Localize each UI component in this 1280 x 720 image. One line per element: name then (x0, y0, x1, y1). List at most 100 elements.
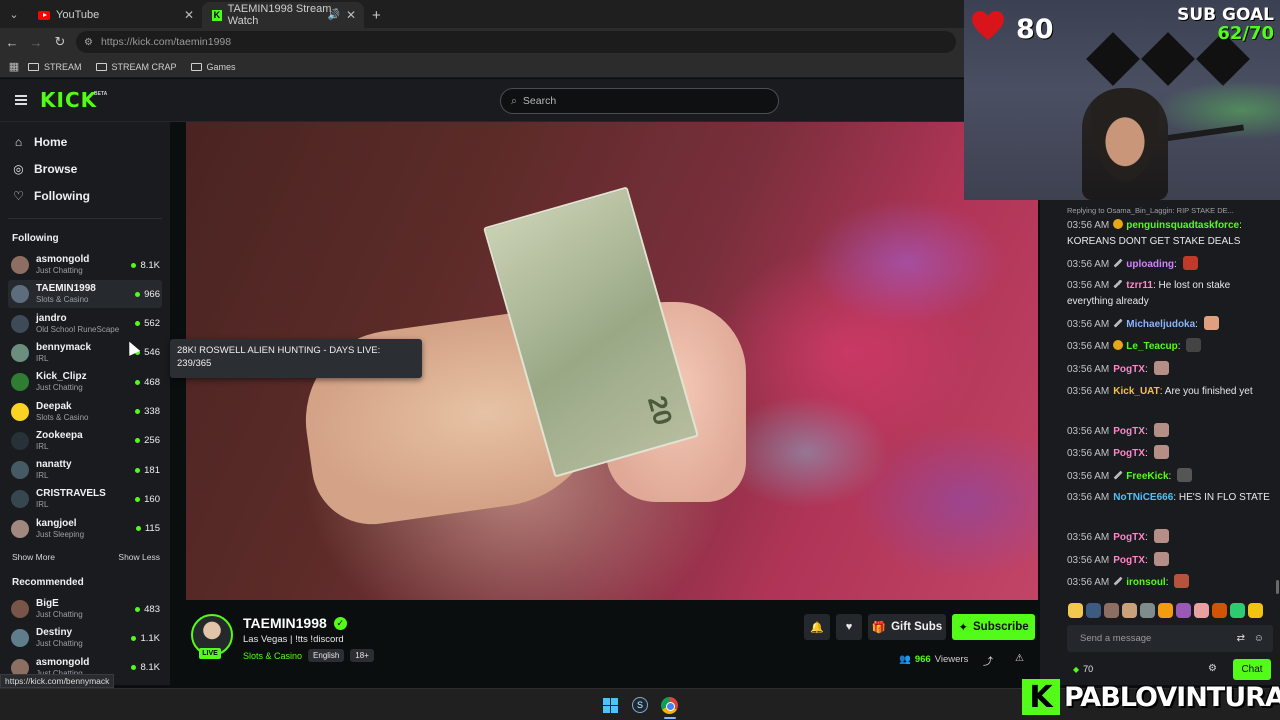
windows-start-icon[interactable] (603, 698, 618, 713)
chat-username[interactable]: Michaeljudoka (1126, 319, 1195, 330)
close-tab-icon[interactable]: ✕ (346, 8, 356, 22)
bookmark-stream-crap[interactable]: STREAM CRAP (95, 62, 177, 72)
search-box[interactable]: ⌕ (500, 88, 779, 114)
notification-bell-button[interactable]: 🔔 (804, 614, 830, 640)
live-dot-icon (135, 291, 141, 297)
emote-icon[interactable] (1230, 603, 1245, 618)
follow-heart-button[interactable]: ♥ (836, 614, 862, 640)
chat-username[interactable]: penguinsquadtaskforce (1126, 220, 1239, 231)
chrome-icon[interactable] (661, 697, 678, 714)
chat-username[interactable]: PogTX (1113, 532, 1145, 543)
chat-text: KOREANS DONT GET STAKE DEALS (1067, 236, 1241, 247)
show-less-link[interactable]: Show Less (118, 552, 160, 562)
chat-timestamp: 03:56 AM (1067, 280, 1110, 291)
site-info-icon[interactable]: ⚙ (84, 37, 93, 48)
emote-icon[interactable] (1212, 603, 1227, 618)
close-tab-icon[interactable]: ✕ (184, 8, 194, 22)
emote-icon[interactable] (1068, 603, 1083, 618)
speaker-icon[interactable]: 🔊 (328, 10, 340, 21)
nav-following[interactable]: ♡ Following (12, 189, 90, 203)
channel-viewers: 468 (135, 377, 160, 388)
chat-username[interactable]: uploading (1126, 259, 1174, 270)
sidebar-channel-kick_clipz[interactable]: Kick_Clipz Just Chatting 468 (8, 368, 162, 396)
back-icon[interactable]: ← (0, 35, 24, 50)
sidebar-channel-bige[interactable]: BigE Just Chatting 483 (8, 595, 162, 623)
channel-category: Just Chatting (36, 383, 83, 393)
sidebar-channel-zookeepa[interactable]: Zookeepa IRL 256 (8, 427, 162, 455)
chat-scrollbar[interactable] (1276, 580, 1279, 594)
chat-username[interactable]: PogTX (1113, 555, 1145, 566)
reload-icon[interactable]: ↻ (48, 34, 72, 50)
category-link[interactable]: Slots & Casino (243, 651, 302, 661)
chat-input[interactable]: Send a message ⇄ ☺ (1067, 625, 1273, 652)
chat-username[interactable]: ironsoul (1126, 577, 1165, 588)
emote-icon[interactable] (1194, 603, 1209, 618)
sidebar-channel-deepak[interactable]: Deepak Slots & Casino 338 (8, 398, 162, 426)
channel-points[interactable]: ◆ 70 (1073, 664, 1093, 674)
chat-message: 03:56 AM PogTX: (1067, 445, 1275, 462)
kick-logo[interactable]: KICK (40, 88, 97, 112)
nav-home[interactable]: ⌂ Home (12, 135, 67, 149)
sub-goal: SUB GOAL 62/70 (1177, 5, 1274, 44)
tab-kick[interactable]: K TAEMIN1998 Stream - Watch 🔊 ✕ (202, 2, 364, 28)
gift-subs-button[interactable]: 🎁 Gift Subs (868, 614, 946, 640)
url-field[interactable]: ⚙ https://kick.com/taemin1998 (76, 31, 956, 53)
chat-send-button[interactable]: Chat (1233, 659, 1271, 680)
emote-icon (1174, 574, 1190, 588)
menu-icon[interactable] (15, 95, 27, 105)
emote-icon[interactable] (1086, 603, 1101, 618)
translate-icon[interactable]: ⇄ (1237, 633, 1245, 644)
tab-youtube[interactable]: YouTube ✕ (28, 2, 202, 28)
emote-icon[interactable] (1140, 603, 1155, 618)
emoji-icon[interactable]: ☺ (1254, 633, 1264, 644)
subscribe-button[interactable]: ✦ Subscribe (952, 614, 1035, 640)
tag-mature[interactable]: 18+ (350, 649, 374, 662)
chat-username[interactable]: FreeKick (1126, 471, 1168, 482)
new-tab-button[interactable]: + (364, 2, 389, 28)
site-header: KICK BETA ⌕ (0, 79, 1040, 122)
search-icon: ⌕ (511, 94, 517, 107)
emote-icon (1153, 529, 1169, 543)
sidebar-channel-bennymack[interactable]: bennymack IRL 546 (8, 339, 162, 367)
sidebar-channel-nanatty[interactable]: nanatty IRL 181 (8, 456, 162, 484)
sidebar-channel-cristravels[interactable]: CRISTRAVELS IRL 160 (8, 485, 162, 513)
webcam-person (1082, 88, 1168, 200)
chat-username[interactable]: PogTX (1113, 364, 1145, 375)
live-dot-icon (131, 635, 137, 641)
chat-username[interactable]: PogTX (1113, 448, 1145, 459)
bookmark-stream[interactable]: STREAM (28, 62, 82, 72)
sidebar-channel-asmongold[interactable]: asmongoldJust Chatting 8.1K (8, 251, 162, 279)
tag-language[interactable]: English (308, 649, 345, 662)
chat-username[interactable]: Kick_UAT (1113, 386, 1160, 397)
chat-settings-gear-icon[interactable]: ⚙ (1208, 663, 1217, 674)
channel-viewers: 8.1K (131, 662, 160, 673)
forward-icon[interactable]: → (24, 35, 48, 50)
chat-username[interactable]: NoTNiCE666 (1113, 492, 1173, 503)
sidebar-channel-kangjoel[interactable]: kangjoel Just Sleeping 115 (8, 515, 162, 543)
emote-icon[interactable] (1104, 603, 1119, 618)
streamer-name[interactable]: TAEMIN1998 ✓ (243, 615, 347, 631)
avatar (11, 256, 29, 274)
chat-username[interactable]: tzrr11 (1126, 280, 1153, 291)
following-section-title: Following (12, 233, 59, 244)
search-input[interactable] (522, 95, 763, 107)
steam-icon[interactable]: S (632, 697, 648, 713)
report-warning-icon[interactable]: ⚠ (1015, 653, 1024, 664)
tab-search-chevron-icon[interactable]: ⌄ (0, 0, 28, 28)
sidebar-channel-destiny[interactable]: Destiny Just Chatting 1.1K (8, 624, 162, 652)
bookmark-games[interactable]: Games (190, 62, 236, 72)
nav-browse[interactable]: ◎ Browse (12, 162, 77, 176)
chat-username[interactable]: PogTX (1113, 426, 1145, 437)
chat-username[interactable]: Le_Teacup (1126, 341, 1178, 352)
emote-icon[interactable] (1158, 603, 1173, 618)
apps-grid-icon[interactable]: ▦ (0, 60, 28, 73)
sidebar-channel-jandro[interactable]: jandro Old School RuneScape 562 (8, 310, 162, 338)
share-icon[interactable]: ⤴ (983, 653, 993, 668)
emote-icon[interactable] (1176, 603, 1191, 618)
emote-icon (1153, 361, 1169, 375)
bell-icon: 🔔 (810, 621, 824, 634)
emote-icon[interactable] (1122, 603, 1137, 618)
emote-icon[interactable] (1248, 603, 1263, 618)
sidebar-channel-taemin1998[interactable]: TAEMIN1998 Slots & Casino 966 (8, 280, 162, 309)
show-more-link[interactable]: Show More (12, 552, 55, 562)
